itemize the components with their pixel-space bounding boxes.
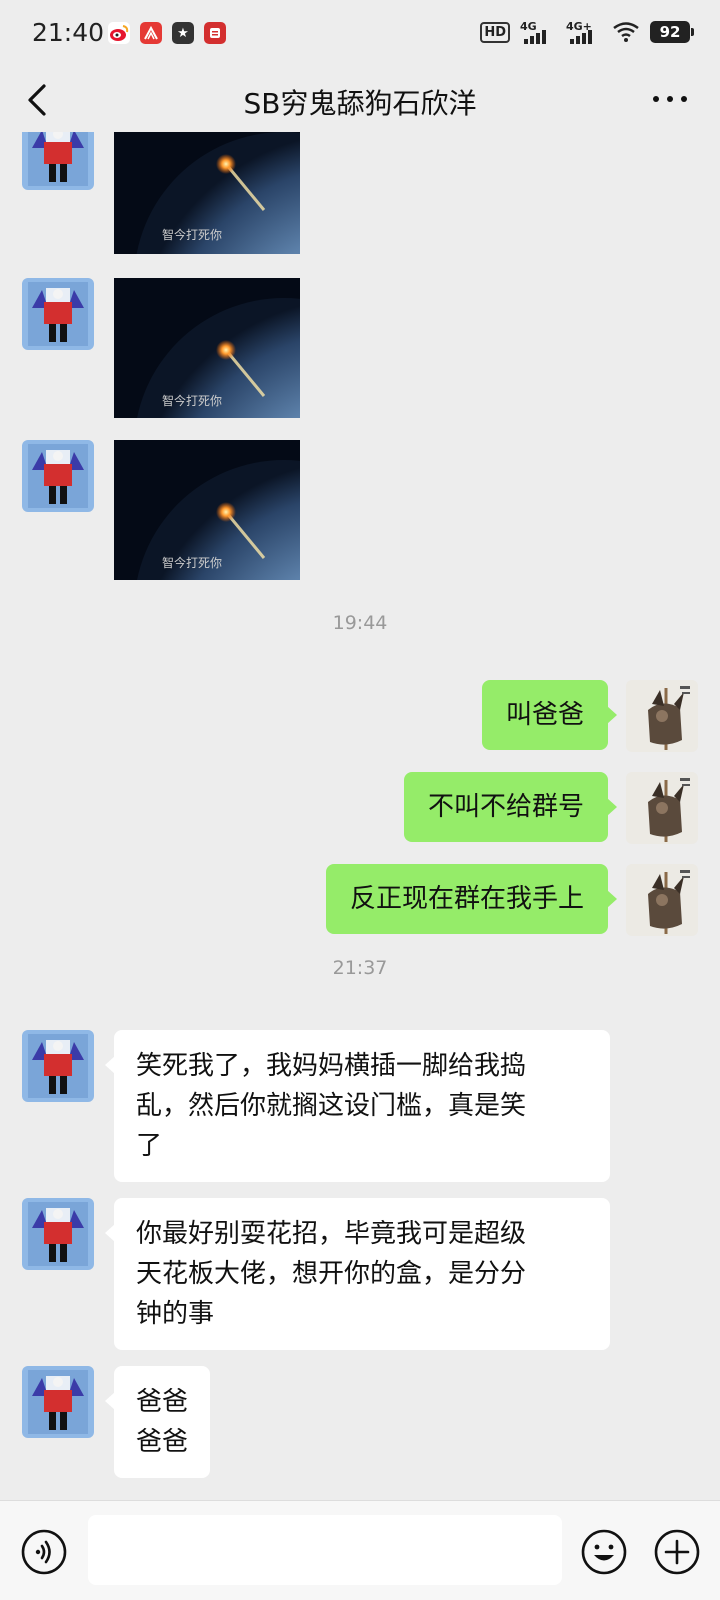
message-line: 爸爸 — [136, 1387, 189, 1417]
contact-avatar[interactable] — [22, 440, 94, 512]
contact-avatar[interactable] — [22, 1366, 94, 1438]
message-text: 反正现在群在我手上 — [349, 884, 584, 914]
received-message[interactable]: 爸爸 爸爸 — [104, 1366, 211, 1478]
received-message[interactable]: 你最好别耍花招，毕竟我可是超级 天花板大佬，想开你的盒，是分分 钟的事 — [105, 1198, 610, 1350]
signal-icon: 4G — [520, 20, 556, 44]
more-dots-icon — [653, 96, 687, 102]
voice-button[interactable] — [20, 1528, 68, 1576]
hd-voice-icon: HD — [480, 21, 510, 43]
message-timestamp: 19:44 — [332, 612, 388, 634]
chat-title: SB穷鬼舔狗石欣洋 — [243, 87, 477, 120]
message-text: 不叫不给群号 — [427, 792, 584, 822]
notification-icons: ★ — [108, 22, 226, 44]
message-timestamp: 21:37 — [332, 957, 388, 979]
image-message[interactable]: 智今打死你 — [114, 278, 300, 418]
message-text: 叫爸爸 — [505, 700, 584, 730]
news-icon — [204, 22, 226, 44]
plus-icon — [654, 1529, 700, 1575]
sent-message[interactable]: 不叫不给群号 — [403, 772, 618, 842]
signal-icon-2: 4G+ — [566, 20, 602, 44]
image-caption: 智今打死你 — [162, 394, 223, 408]
sent-message[interactable]: 反正现在群在我手上 — [325, 864, 618, 934]
voice-icon — [21, 1529, 67, 1575]
my-avatar[interactable] — [626, 680, 698, 752]
image-caption: 智今打死你 — [162, 556, 223, 570]
contact-avatar[interactable] — [22, 1030, 94, 1102]
message-line: 钟的事 — [136, 1299, 215, 1329]
message-input[interactable] — [88, 1515, 562, 1585]
sent-message[interactable]: 叫爸爸 — [481, 680, 618, 750]
message-list[interactable]: 智今打死你 智今打死你 智今打死你 19:44 叫爸爸 不叫不给群号 反正现在群… — [0, 132, 720, 1500]
image-caption: 智今打死你 — [162, 228, 223, 242]
image-message[interactable]: 智今打死你 — [114, 132, 300, 254]
image-message[interactable]: 智今打死你 — [114, 440, 300, 580]
message-line: 天花板大佬，想开你的盒，是分分 — [136, 1259, 527, 1289]
weibo-icon — [108, 22, 130, 44]
contact-avatar[interactable] — [22, 278, 94, 350]
message-line: 了 — [136, 1131, 163, 1161]
my-avatar[interactable] — [626, 864, 698, 936]
more-button[interactable] — [650, 84, 690, 114]
status-time: 21:40 — [32, 18, 105, 47]
received-message[interactable]: 笑死我了，我妈妈横插一脚给我捣 乱，然后你就搁这设门槛，真是笑 了 — [105, 1030, 610, 1182]
status-bar: 21:40 ★ HD 4G 4G+ 92 — [0, 0, 720, 68]
input-bar — [0, 1500, 720, 1600]
emoji-icon — [581, 1529, 627, 1575]
message-line: 笑死我了，我妈妈横插一脚给我捣 — [136, 1051, 527, 1081]
more-functions-button[interactable] — [653, 1528, 701, 1576]
wifi-icon — [613, 22, 639, 42]
message-line: 乱，然后你就搁这设门槛，真是笑 — [136, 1091, 527, 1121]
message-line: 你最好别耍花招，毕竟我可是超级 — [136, 1219, 527, 1249]
app-icon — [140, 22, 162, 44]
message-line: 爸爸 — [136, 1427, 189, 1457]
nav-bar: SB穷鬼舔狗石欣洋 — [0, 68, 720, 132]
my-avatar[interactable] — [626, 772, 698, 844]
emoji-button[interactable] — [580, 1528, 628, 1576]
status-indicators: HD 4G 4G+ 92 — [480, 20, 694, 44]
contact-avatar[interactable] — [22, 132, 94, 190]
contact-avatar[interactable] — [22, 1198, 94, 1270]
battery-icon: 92 — [650, 21, 694, 43]
star-icon: ★ — [172, 22, 194, 44]
